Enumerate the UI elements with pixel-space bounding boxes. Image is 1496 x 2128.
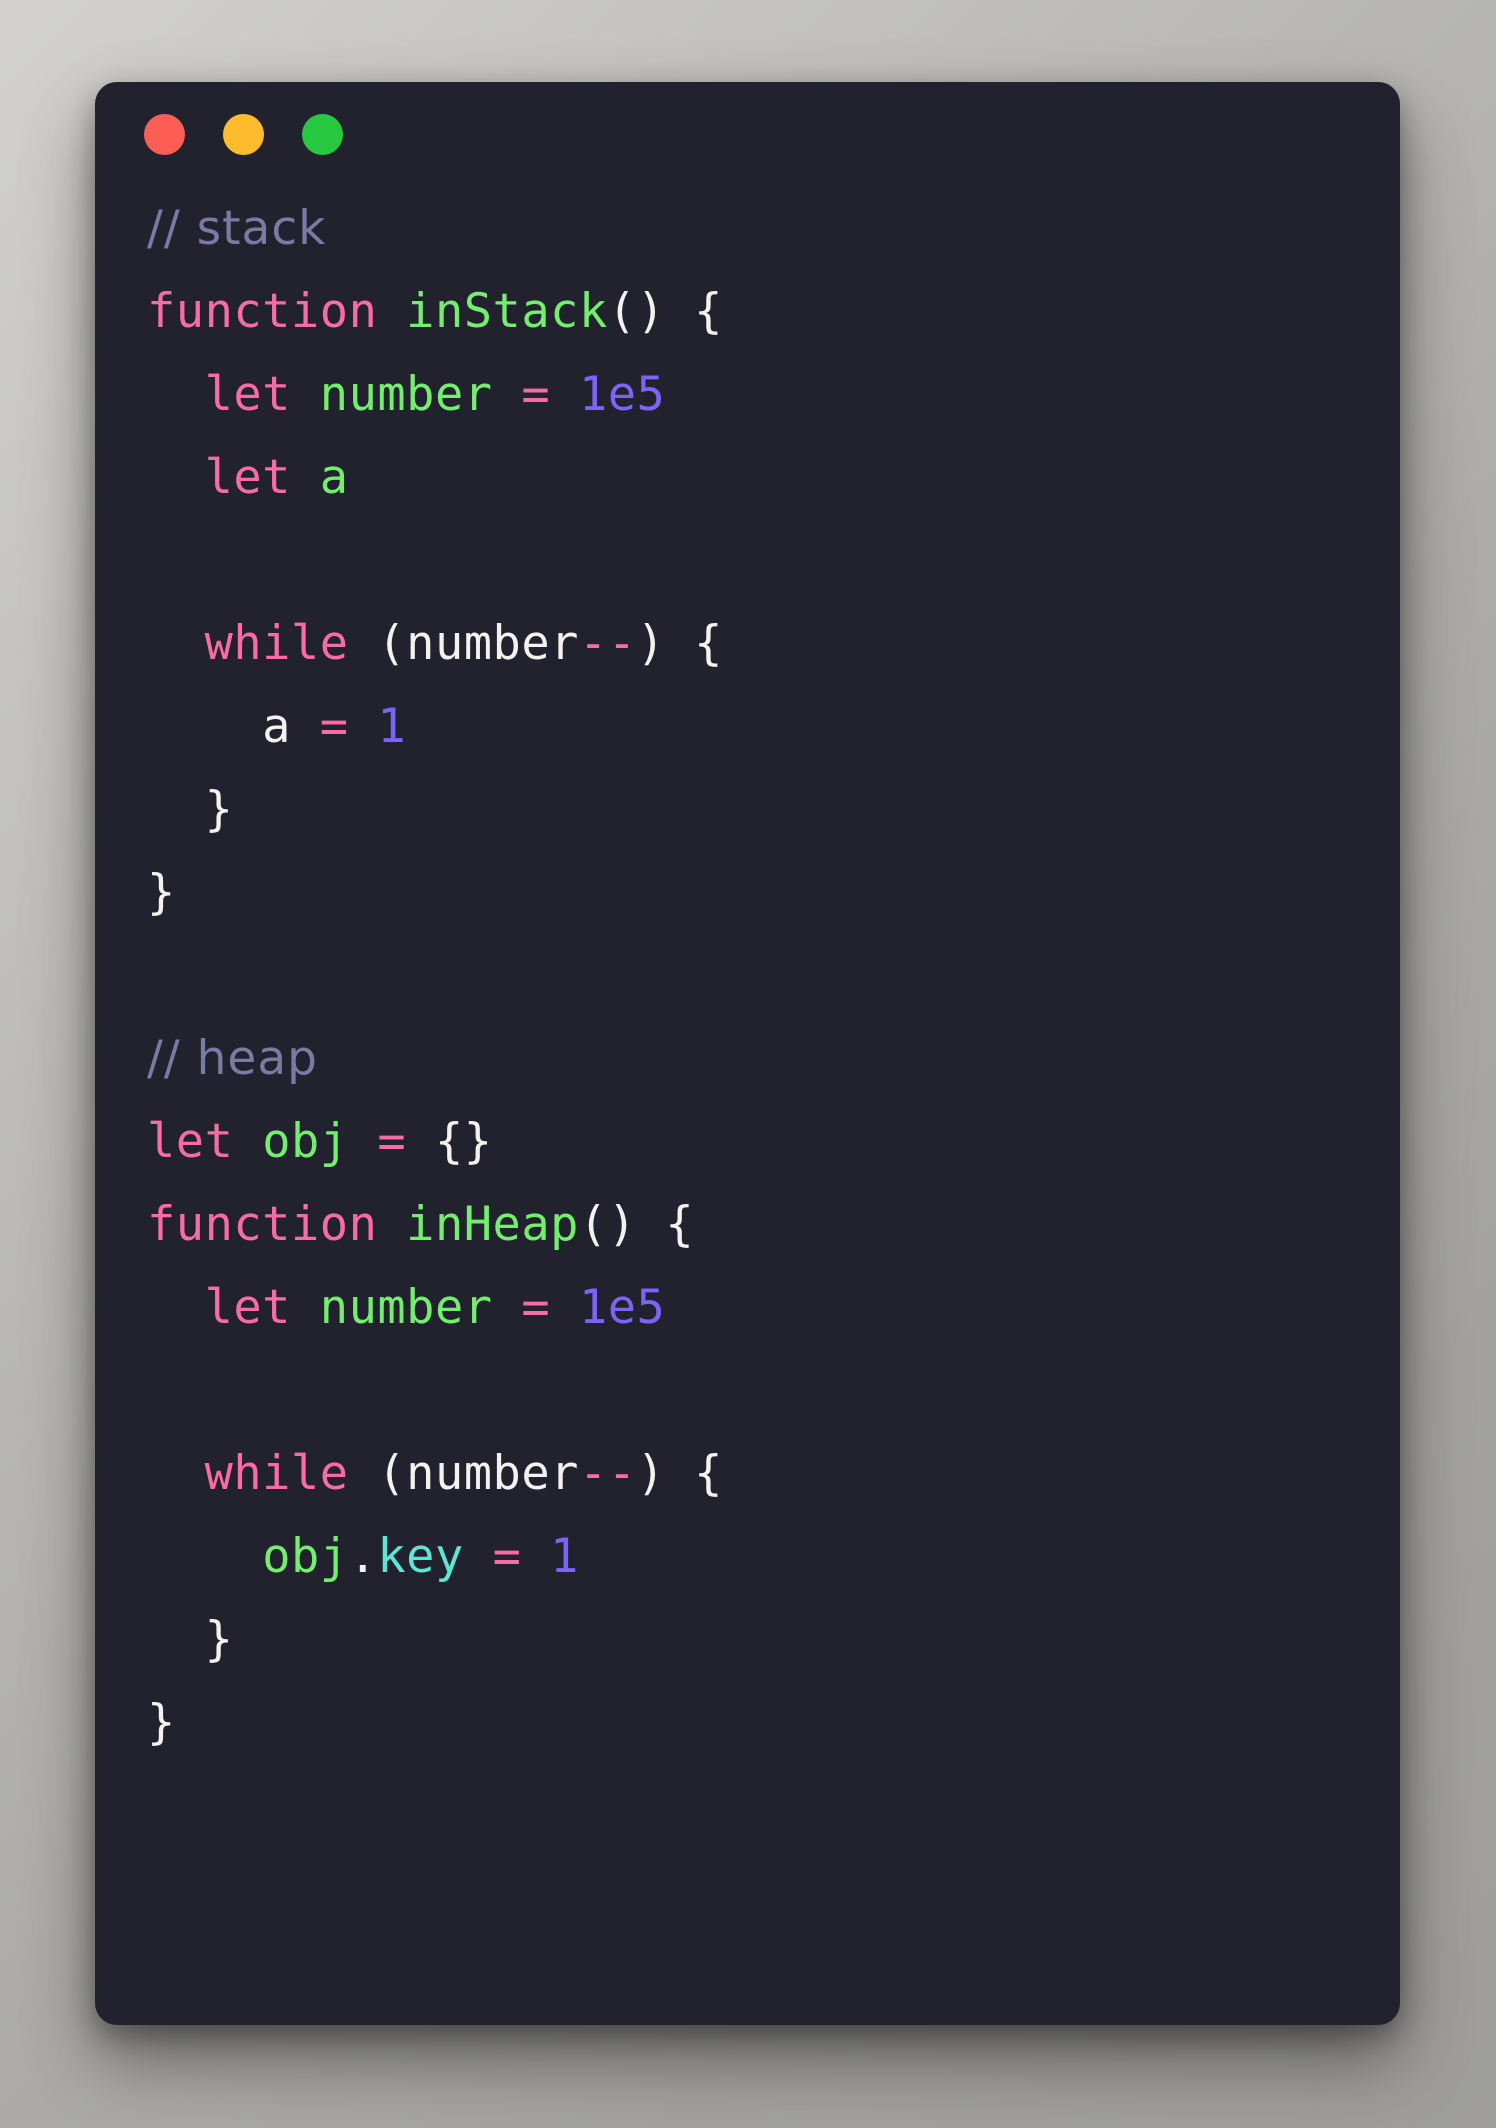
code-token: function [147, 284, 378, 339]
close-button[interactable] [144, 114, 185, 155]
code-line: } [95, 851, 1400, 934]
code-token: 1 [377, 699, 407, 754]
code-line: while (number--) { [95, 602, 1400, 685]
code-token: 1 [550, 1529, 579, 1584]
code-token: = [319, 699, 349, 754]
code-token: inStack [406, 284, 608, 339]
code-token: function [147, 1197, 378, 1252]
maximize-button[interactable] [302, 114, 343, 155]
code-token: } [147, 1695, 176, 1750]
code-token: = [521, 1280, 551, 1335]
code-token: number [406, 1446, 579, 1501]
code-token: ( [348, 616, 407, 671]
code-token: ( [348, 1446, 407, 1501]
code-token: let [204, 450, 291, 505]
code-token: } [147, 1612, 234, 1667]
code-token: let [147, 1114, 234, 1169]
code-line: a = 1 [95, 685, 1400, 768]
code-line: function inStack() { [95, 270, 1400, 353]
code-token: } [147, 782, 234, 837]
code-block: // stack function inStack() { let number … [95, 187, 1400, 1764]
code-snippet-window: // stack function inStack() { let number … [95, 82, 1400, 2025]
code-line: } [95, 1598, 1400, 1681]
code-token: {} [434, 1114, 493, 1169]
code-token: 1e5 [578, 1280, 666, 1335]
code-line: } [95, 768, 1400, 851]
code-line: let number = 1e5 [95, 353, 1400, 436]
code-token: while [204, 616, 349, 671]
code-token: a [319, 450, 349, 505]
code-token: a [147, 699, 320, 754]
code-token: -- [578, 616, 637, 671]
code-token: () { [578, 1197, 695, 1252]
code-line: obj.key = 1 [95, 1515, 1400, 1598]
code-token: -- [578, 1446, 637, 1501]
code-token: key [377, 1529, 464, 1584]
code-token: . [348, 1529, 378, 1584]
code-token: let [204, 367, 291, 422]
code-token: number [319, 1280, 493, 1335]
code-line: function inHeap() { [95, 1183, 1400, 1266]
code-token: while [204, 1446, 349, 1501]
code-line: let number = 1e5 [95, 1266, 1400, 1349]
code-line: } [95, 1681, 1400, 1764]
code-token: () { [607, 284, 723, 339]
minimize-button[interactable] [223, 114, 264, 155]
code-token: = [377, 1114, 407, 1169]
code-token: ) { [636, 616, 723, 671]
code-token: // heap [147, 1031, 318, 1086]
code-token: number [406, 616, 579, 671]
code-token: inHeap [406, 1197, 579, 1252]
code-token: obj [262, 1529, 349, 1584]
code-token: } [147, 865, 176, 920]
code-token: // stack [147, 201, 327, 256]
code-token: = [492, 1529, 522, 1584]
window-titlebar [95, 82, 1400, 187]
code-token: ) { [636, 1446, 723, 1501]
code-line: let obj = {} [95, 1100, 1400, 1183]
code-token: = [521, 367, 551, 422]
code-token: number [319, 367, 493, 422]
code-line: // stack [95, 187, 1400, 270]
code-line: // heap [95, 1017, 1400, 1100]
code-line: while (number--) { [95, 1432, 1400, 1515]
code-token: 1e5 [578, 367, 666, 422]
code-token: obj [262, 1114, 349, 1169]
code-line: let a [95, 436, 1400, 519]
code-token: let [204, 1280, 291, 1335]
